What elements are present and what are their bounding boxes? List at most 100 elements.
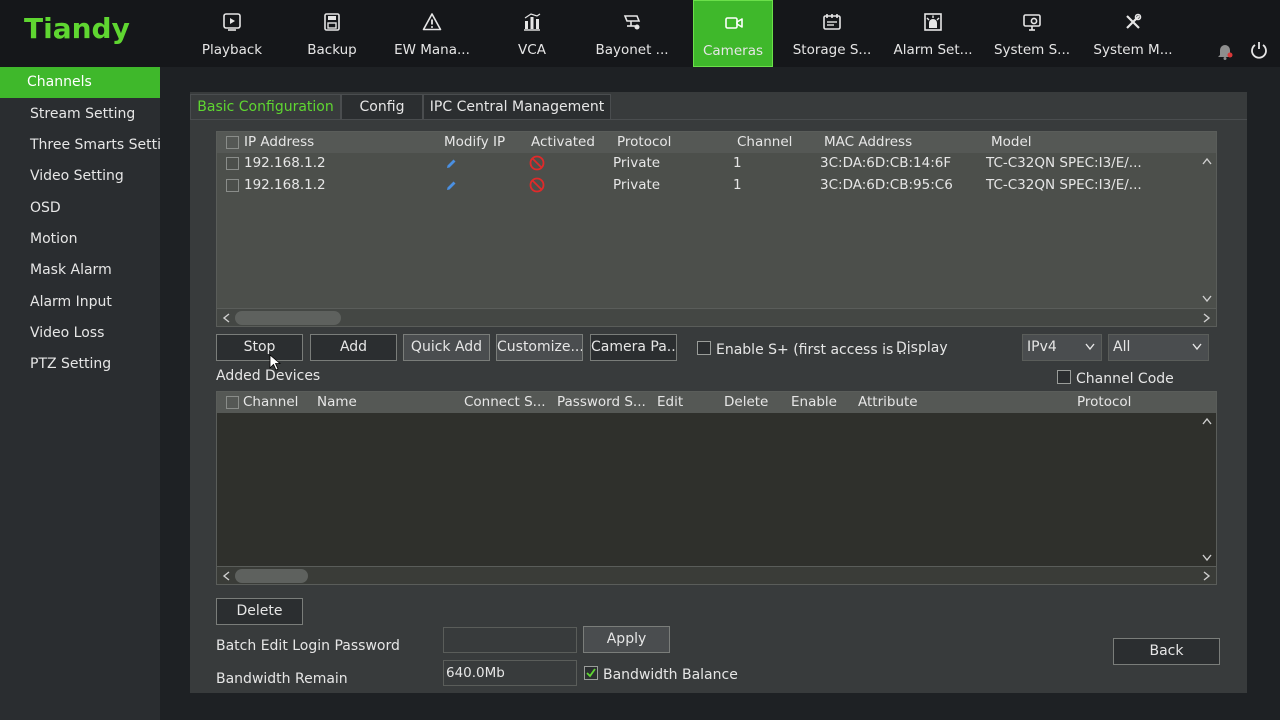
scroll-up-arrow-icon[interactable] xyxy=(1202,417,1212,425)
sidebar-item-video-setting[interactable]: Video Setting xyxy=(0,161,160,192)
scroll-down-arrow-icon[interactable] xyxy=(1202,295,1212,303)
col-model[interactable]: Model xyxy=(991,134,1032,150)
nav-alarm-settings[interactable]: Alarm Set... xyxy=(893,0,973,67)
sidebar-item-channels[interactable]: Channels xyxy=(0,67,160,98)
sidebar-item-mask-alarm[interactable]: Mask Alarm xyxy=(0,255,160,286)
sidebar-item-three-smarts[interactable]: Three Smarts Setti... xyxy=(0,130,160,161)
nav-cameras[interactable]: Cameras xyxy=(693,0,773,67)
row-checkbox[interactable] xyxy=(226,179,239,192)
row-checkbox[interactable] xyxy=(226,157,239,170)
col-channel[interactable]: Channel xyxy=(737,134,792,150)
enable-s-plus-checkbox[interactable] xyxy=(697,341,711,355)
col-enable[interactable]: Enable xyxy=(791,394,837,410)
col-password-status[interactable]: Password S... xyxy=(557,394,646,410)
select-all-added-checkbox[interactable] xyxy=(226,396,239,409)
nav-bayonet[interactable]: Bayonet ... xyxy=(592,0,672,67)
nav-system-settings-label: System S... xyxy=(993,42,1071,58)
table-row[interactable]: 192.168.1.2 Private 1 3C:DA:6D:CB:95:C6 … xyxy=(217,175,1200,196)
notification-bell-icon[interactable] xyxy=(1217,42,1233,60)
nav-vca[interactable]: VCA xyxy=(492,0,572,67)
apply-button[interactable]: Apply xyxy=(583,626,670,653)
nav-alarm-settings-label: Alarm Set... xyxy=(893,42,973,58)
select-all-discovered-checkbox[interactable] xyxy=(226,136,239,149)
stop-button[interactable]: Stop xyxy=(216,334,303,361)
row-model: TC-C32QN SPEC:I3/E/... xyxy=(986,155,1142,171)
scroll-left-arrow-icon[interactable] xyxy=(222,313,230,323)
add-button[interactable]: Add xyxy=(310,334,397,361)
tab-config[interactable]: Config xyxy=(341,94,423,120)
scroll-down-arrow-icon[interactable] xyxy=(1202,554,1212,562)
scroll-left-arrow-icon[interactable] xyxy=(222,571,230,581)
col-channel[interactable]: Channel xyxy=(243,394,298,410)
added-vertical-scrollbar[interactable] xyxy=(1199,413,1216,566)
table-row[interactable]: 192.168.1.2 Private 1 3C:DA:6D:CB:14:6F … xyxy=(217,153,1200,174)
ip-version-select[interactable]: IPv4 xyxy=(1022,334,1102,361)
discovered-horizontal-scrollbar[interactable] xyxy=(217,308,1216,326)
bandwidth-balance-checkbox[interactable] xyxy=(584,666,598,680)
col-delete[interactable]: Delete xyxy=(724,394,768,410)
row-mac-address: 3C:DA:6D:CB:14:6F xyxy=(820,155,952,171)
added-devices-table: Channel Name Connect S... Password S... … xyxy=(216,391,1217,585)
scroll-up-arrow-icon[interactable] xyxy=(1202,157,1212,165)
checkmark-icon xyxy=(586,668,596,678)
filter-select[interactable]: All xyxy=(1108,334,1209,361)
nav-playback-label: Playback xyxy=(201,42,263,58)
nav-vca-label: VCA xyxy=(518,42,546,58)
delete-button[interactable]: Delete xyxy=(216,598,303,625)
col-name[interactable]: Name xyxy=(317,394,357,410)
col-ip-address[interactable]: IP Address xyxy=(244,134,314,150)
sidebar-item-osd[interactable]: OSD xyxy=(0,193,160,224)
discovered-devices-table: IP Address Modify IP Activated Protocol … xyxy=(216,131,1217,327)
scroll-right-arrow-icon[interactable] xyxy=(1203,571,1211,581)
nav-system-settings[interactable]: System S... xyxy=(992,0,1072,67)
nav-system-maintenance[interactable]: System M... xyxy=(1093,0,1173,67)
discovered-vertical-scrollbar[interactable] xyxy=(1199,153,1216,308)
col-attribute[interactable]: Attribute xyxy=(858,394,918,410)
nav-bayonet-label: Bayonet ... xyxy=(595,42,669,58)
nav-system-maintenance-label: System M... xyxy=(1093,42,1173,58)
col-protocol[interactable]: Protocol xyxy=(1077,394,1131,410)
quick-add-button[interactable]: Quick Add xyxy=(403,334,490,361)
col-mac-address[interactable]: MAC Address xyxy=(824,134,912,150)
filter-value: All xyxy=(1113,339,1131,355)
not-activated-icon xyxy=(529,155,545,171)
scroll-thumb[interactable] xyxy=(235,311,341,325)
storage-icon xyxy=(823,14,841,30)
edit-pencil-icon[interactable] xyxy=(445,158,457,170)
sidebar-item-video-loss[interactable]: Video Loss xyxy=(0,318,160,349)
nav-storage[interactable]: Storage S... xyxy=(792,0,872,67)
sidebar-item-stream-setting[interactable]: Stream Setting xyxy=(0,99,160,130)
not-activated-icon xyxy=(529,177,545,193)
tab-ipc-central-management[interactable]: IPC Central Management xyxy=(423,94,611,120)
col-activated[interactable]: Activated xyxy=(531,134,595,150)
sidebar-item-motion[interactable]: Motion xyxy=(0,224,160,255)
playback-icon xyxy=(223,13,241,31)
system-settings-icon xyxy=(1023,14,1041,31)
col-edit[interactable]: Edit xyxy=(657,394,683,410)
row-ip-address: 192.168.1.2 xyxy=(244,177,326,193)
nav-ew-management[interactable]: EW Mana... xyxy=(392,0,472,67)
sidebar-item-ptz-setting[interactable]: PTZ Setting xyxy=(0,349,160,380)
sidebar: Channels Stream Setting Three Smarts Set… xyxy=(0,67,160,720)
power-icon[interactable] xyxy=(1250,41,1268,59)
nav-backup-label: Backup xyxy=(307,42,357,58)
brand-logo: Tiandy xyxy=(24,12,130,45)
scroll-right-arrow-icon[interactable] xyxy=(1203,313,1211,323)
scroll-thumb[interactable] xyxy=(235,569,308,583)
added-horizontal-scrollbar[interactable] xyxy=(217,566,1216,584)
channel-code-checkbox[interactable] xyxy=(1057,370,1071,384)
camera-parameters-button[interactable]: Camera Pa... xyxy=(590,334,677,361)
col-connect-status[interactable]: Connect S... xyxy=(464,394,546,410)
col-protocol[interactable]: Protocol xyxy=(617,134,671,150)
customize-button[interactable]: Customize... xyxy=(496,334,583,361)
nav-storage-label: Storage S... xyxy=(792,42,872,58)
edit-pencil-icon[interactable] xyxy=(445,180,457,192)
nav-backup[interactable]: Backup xyxy=(292,0,372,67)
back-button[interactable]: Back xyxy=(1113,638,1220,665)
col-modify-ip[interactable]: Modify IP xyxy=(444,134,505,150)
tab-basic-configuration[interactable]: Basic Configuration xyxy=(190,94,341,120)
batch-password-input[interactable] xyxy=(443,627,577,653)
nav-playback[interactable]: Playback xyxy=(192,0,272,67)
sidebar-item-alarm-input[interactable]: Alarm Input xyxy=(0,287,160,318)
bandwidth-balance-label: Bandwidth Balance xyxy=(603,667,738,683)
